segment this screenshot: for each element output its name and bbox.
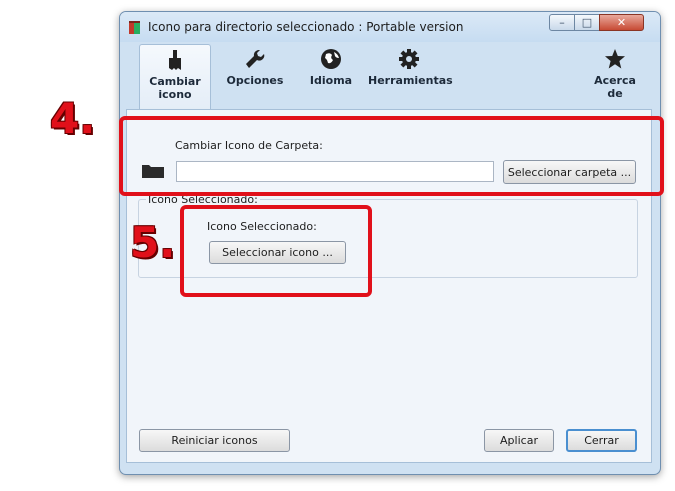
maximize-icon: □ bbox=[581, 16, 593, 29]
tab-label: Acerca de bbox=[594, 74, 636, 100]
window-title: Icono para directorio seleccionado : Por… bbox=[148, 20, 464, 34]
close-window-button[interactable]: ✕ bbox=[599, 14, 644, 31]
tab-opciones[interactable]: Opciones bbox=[220, 44, 290, 110]
maximize-button[interactable]: □ bbox=[574, 14, 600, 31]
tab-label: Opciones bbox=[226, 74, 284, 87]
annotation-box-step-4 bbox=[119, 116, 664, 196]
star-icon bbox=[605, 49, 625, 69]
tab-idioma[interactable]: Idioma bbox=[300, 44, 362, 110]
globe-icon bbox=[321, 49, 341, 69]
tab-label: Idioma bbox=[309, 74, 353, 87]
title-bar[interactable]: Icono para directorio seleccionado : Por… bbox=[120, 12, 660, 42]
tab-label: Herramientas bbox=[368, 74, 453, 87]
brush-icon bbox=[169, 50, 181, 70]
tab-label: Cambiar icono bbox=[149, 75, 201, 101]
close-button[interactable]: Cerrar bbox=[566, 429, 637, 452]
close-icon: ✕ bbox=[616, 16, 627, 29]
annotation-step-5: 5. bbox=[130, 218, 176, 267]
tab-cambiar-icono[interactable]: Cambiar icono bbox=[139, 44, 211, 110]
annotation-box-step-5 bbox=[180, 205, 372, 297]
tab-acerca-de[interactable]: Acerca de bbox=[585, 44, 645, 110]
app-icon bbox=[129, 21, 140, 34]
minimize-icon: – bbox=[559, 16, 565, 29]
tab-herramientas[interactable]: Herramientas bbox=[368, 44, 453, 110]
apply-button[interactable]: Aplicar bbox=[484, 429, 554, 452]
gear-icon bbox=[399, 49, 419, 69]
annotation-step-4: 4. bbox=[50, 94, 96, 143]
minimize-button[interactable]: – bbox=[549, 14, 575, 31]
wrench-icon bbox=[246, 49, 265, 68]
reset-icons-button[interactable]: Reiniciar iconos bbox=[139, 429, 290, 452]
toolbar: Cambiar icono Opciones Idioma Herramient… bbox=[120, 42, 660, 110]
